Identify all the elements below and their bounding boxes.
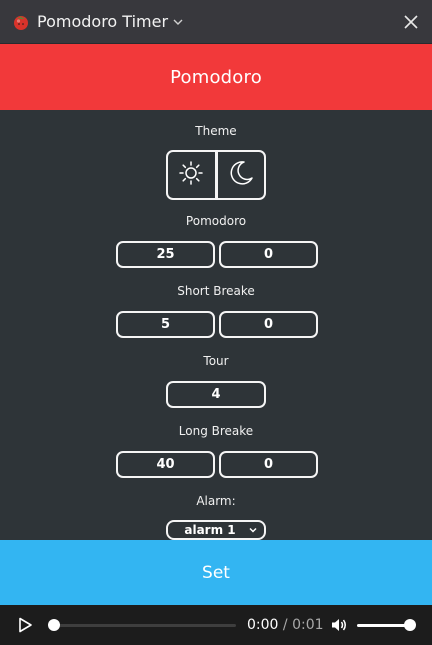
- theme-label: Theme: [195, 124, 237, 138]
- seek-bar[interactable]: [52, 624, 236, 627]
- moon-icon: [227, 159, 255, 191]
- chevron-down-icon[interactable]: [172, 16, 184, 28]
- tomato-icon: [12, 13, 30, 31]
- duration: 0:01: [292, 617, 324, 633]
- close-icon[interactable]: [400, 11, 422, 33]
- long-break-minutes-input[interactable]: [116, 451, 215, 478]
- window-title[interactable]: Pomodoro Timer: [37, 12, 168, 31]
- tour-label: Tour: [203, 354, 229, 368]
- theme-toggle: [166, 150, 266, 200]
- time-display: 0:00 / 0:01: [247, 617, 324, 633]
- pomodoro-label: Pomodoro: [185, 214, 247, 228]
- volume-icon[interactable]: [330, 616, 348, 634]
- long-break-seconds-input[interactable]: [219, 451, 318, 478]
- audio-player: 0:00 / 0:01: [0, 605, 432, 645]
- long-break-label: Long Breake: [178, 424, 254, 438]
- pomodoro-seconds-input[interactable]: [219, 241, 318, 268]
- volume-bar[interactable]: [357, 624, 411, 627]
- mode-header: Pomodoro: [0, 44, 432, 110]
- chevron-down-icon: [246, 525, 260, 535]
- set-button-label: Set: [202, 562, 230, 583]
- dark-theme-button[interactable]: [218, 152, 265, 198]
- pomodoro-minutes-input[interactable]: [116, 241, 215, 268]
- play-icon[interactable]: [16, 616, 34, 634]
- current-time: 0:00: [247, 617, 279, 633]
- tour-count-input[interactable]: [166, 381, 266, 408]
- sun-icon: [178, 160, 204, 190]
- window-titlebar: Pomodoro Timer: [0, 0, 432, 44]
- light-theme-button[interactable]: [168, 152, 215, 198]
- mode-title: Pomodoro: [170, 66, 262, 88]
- alarm-label: Alarm:: [196, 494, 236, 508]
- alarm-selected-value: alarm 1: [184, 523, 236, 537]
- seek-handle[interactable]: [48, 619, 60, 631]
- volume-handle[interactable]: [404, 619, 416, 631]
- set-button[interactable]: Set: [0, 540, 432, 605]
- short-break-minutes-input[interactable]: [116, 311, 215, 338]
- short-break-seconds-input[interactable]: [219, 311, 318, 338]
- short-break-label: Short Breake: [177, 284, 255, 298]
- alarm-select[interactable]: alarm 1: [166, 520, 266, 540]
- time-separator: /: [278, 617, 293, 633]
